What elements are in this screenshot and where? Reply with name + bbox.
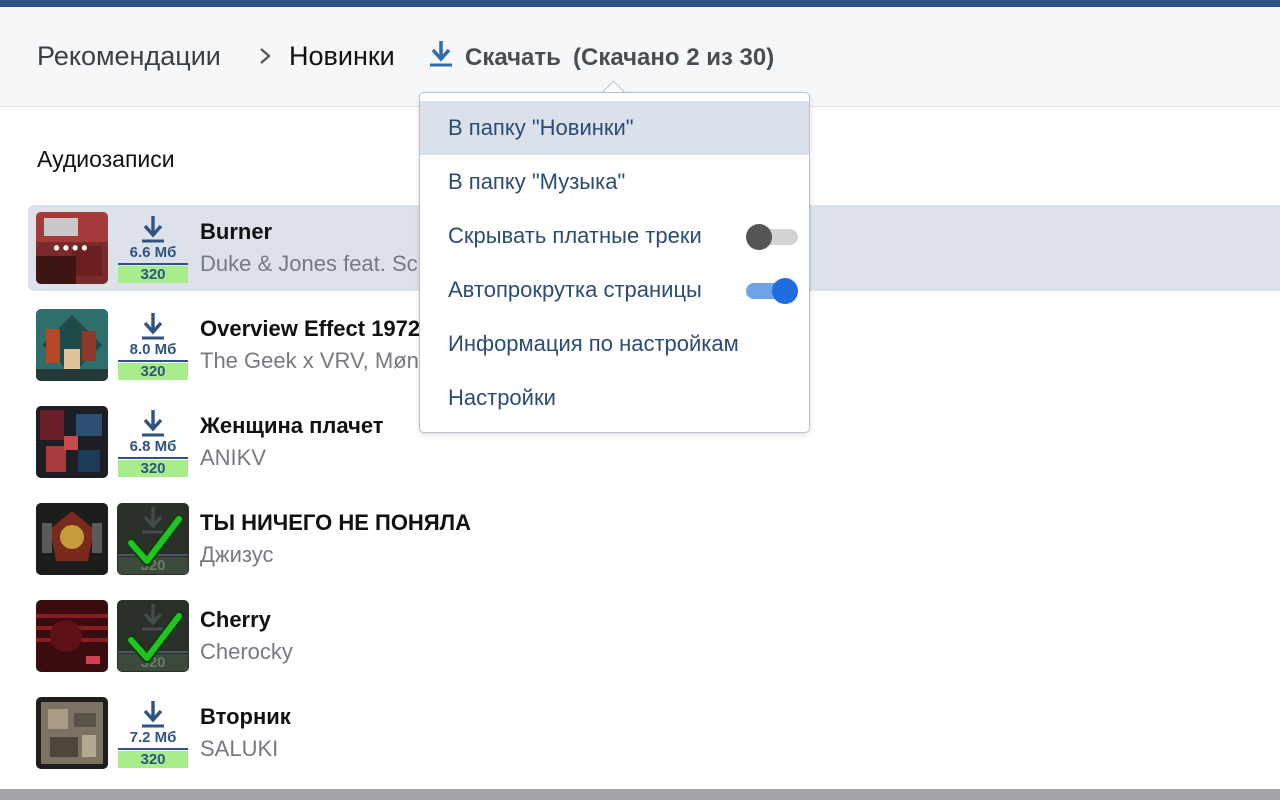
bitrate-badge: 320 bbox=[118, 751, 188, 768]
download-icon bbox=[142, 701, 164, 728]
menu-item-label: Скрывать платные треки bbox=[448, 223, 702, 248]
track-title: Женщина плачет bbox=[200, 413, 384, 438]
track-artist[interactable]: The Geek x VRV, Møn bbox=[200, 348, 419, 374]
download-box-completed[interactable]: 320 bbox=[117, 503, 189, 575]
menu-item-label: Автопрокрутка страницы bbox=[448, 277, 702, 302]
menu-item-folder-new[interactable]: В папку "Новинки" bbox=[420, 101, 809, 155]
file-size: 6.6 Мб bbox=[129, 244, 177, 261]
breadcrumb-recommendations[interactable]: Рекомендации bbox=[37, 40, 221, 72]
track-artist[interactable]: SALUKI bbox=[200, 736, 278, 762]
download-icon bbox=[142, 313, 164, 340]
menu-item-label: В папку "Музыка" bbox=[448, 169, 626, 194]
checkmark-icon bbox=[126, 514, 184, 566]
autoscroll-toggle[interactable] bbox=[746, 278, 800, 304]
download-icon bbox=[142, 216, 164, 243]
file-size: 8.0 Мб bbox=[129, 341, 177, 358]
track-title: Вторник bbox=[200, 704, 291, 729]
cover-overlay-dots: •••• bbox=[53, 237, 91, 258]
bitrate-badge: 320 bbox=[118, 460, 188, 477]
download-box[interactable]: 6.6 Мб 320 bbox=[117, 212, 189, 284]
album-cover[interactable]: •••• bbox=[36, 212, 108, 284]
download-icon bbox=[142, 410, 164, 437]
hide-paid-toggle[interactable] bbox=[746, 224, 800, 250]
album-cover[interactable] bbox=[36, 697, 108, 769]
track-artist[interactable]: Duke & Jones feat. Sc bbox=[200, 251, 418, 277]
download-box-completed[interactable]: 320 bbox=[117, 600, 189, 672]
top-accent-bar bbox=[0, 0, 1280, 7]
track-row[interactable]: 320 ТЫ НИЧЕГО НЕ ПОНЯЛА Джизус bbox=[28, 496, 1280, 582]
bitrate-badge: 320 bbox=[118, 266, 188, 283]
track-row[interactable]: 7.2 Мб 320 Вторник SALUKI bbox=[28, 690, 1280, 776]
track-artist[interactable]: Cherocky bbox=[200, 639, 293, 665]
menu-item-label: Настройки bbox=[448, 385, 556, 410]
menu-item-label: Информация по настройкам bbox=[448, 331, 739, 356]
track-artist[interactable]: ANIKV bbox=[200, 445, 266, 471]
file-size: 6.8 Мб bbox=[129, 438, 177, 455]
track-title: Overview Effect 1972 bbox=[200, 316, 421, 341]
track-title: ТЫ НИЧЕГО НЕ ПОНЯЛА bbox=[200, 510, 471, 535]
download-box[interactable]: 6.8 Мб 320 bbox=[117, 406, 189, 478]
menu-item-folder-music[interactable]: В папку "Музыка" bbox=[420, 155, 809, 209]
download-status: (Скачано 2 из 30) bbox=[573, 44, 775, 71]
track-artist[interactable]: Джизус bbox=[200, 542, 274, 568]
track-title: Cherry bbox=[200, 607, 271, 632]
breadcrumb-new[interactable]: Новинки bbox=[289, 40, 395, 72]
album-cover[interactable] bbox=[36, 309, 108, 381]
menu-item-settings-info[interactable]: Информация по настройкам bbox=[420, 317, 809, 371]
track-title: Burner bbox=[200, 219, 273, 244]
album-cover[interactable] bbox=[36, 600, 108, 672]
album-cover[interactable] bbox=[36, 406, 108, 478]
section-title: Аудиозаписи bbox=[37, 146, 175, 172]
file-size: 7.2 Мб bbox=[129, 729, 177, 746]
track-row[interactable]: 320 Cherry Cherocky bbox=[28, 593, 1280, 679]
menu-item-settings[interactable]: Настройки bbox=[420, 371, 809, 425]
menu-item-label: В папку "Новинки" bbox=[448, 115, 634, 140]
download-menu: В папку "Новинки" В папку "Музыка" Скрыв… bbox=[419, 92, 810, 433]
bitrate-badge: 320 bbox=[118, 363, 188, 380]
download-all-button[interactable]: Скачать bbox=[465, 42, 561, 74]
bottom-bar bbox=[0, 789, 1280, 800]
menu-item-autoscroll[interactable]: Автопрокрутка страницы bbox=[420, 263, 809, 317]
download-box[interactable]: 7.2 Мб 320 bbox=[117, 697, 189, 769]
menu-item-hide-paid[interactable]: Скрывать платные треки bbox=[420, 209, 809, 263]
toggle-knob bbox=[772, 278, 798, 304]
chevron-right-icon bbox=[260, 48, 271, 64]
toggle-knob bbox=[746, 224, 772, 250]
album-cover[interactable] bbox=[36, 503, 108, 575]
checkmark-icon bbox=[126, 611, 184, 663]
download-icon[interactable] bbox=[428, 38, 454, 70]
download-box[interactable]: 8.0 Мб 320 bbox=[117, 309, 189, 381]
